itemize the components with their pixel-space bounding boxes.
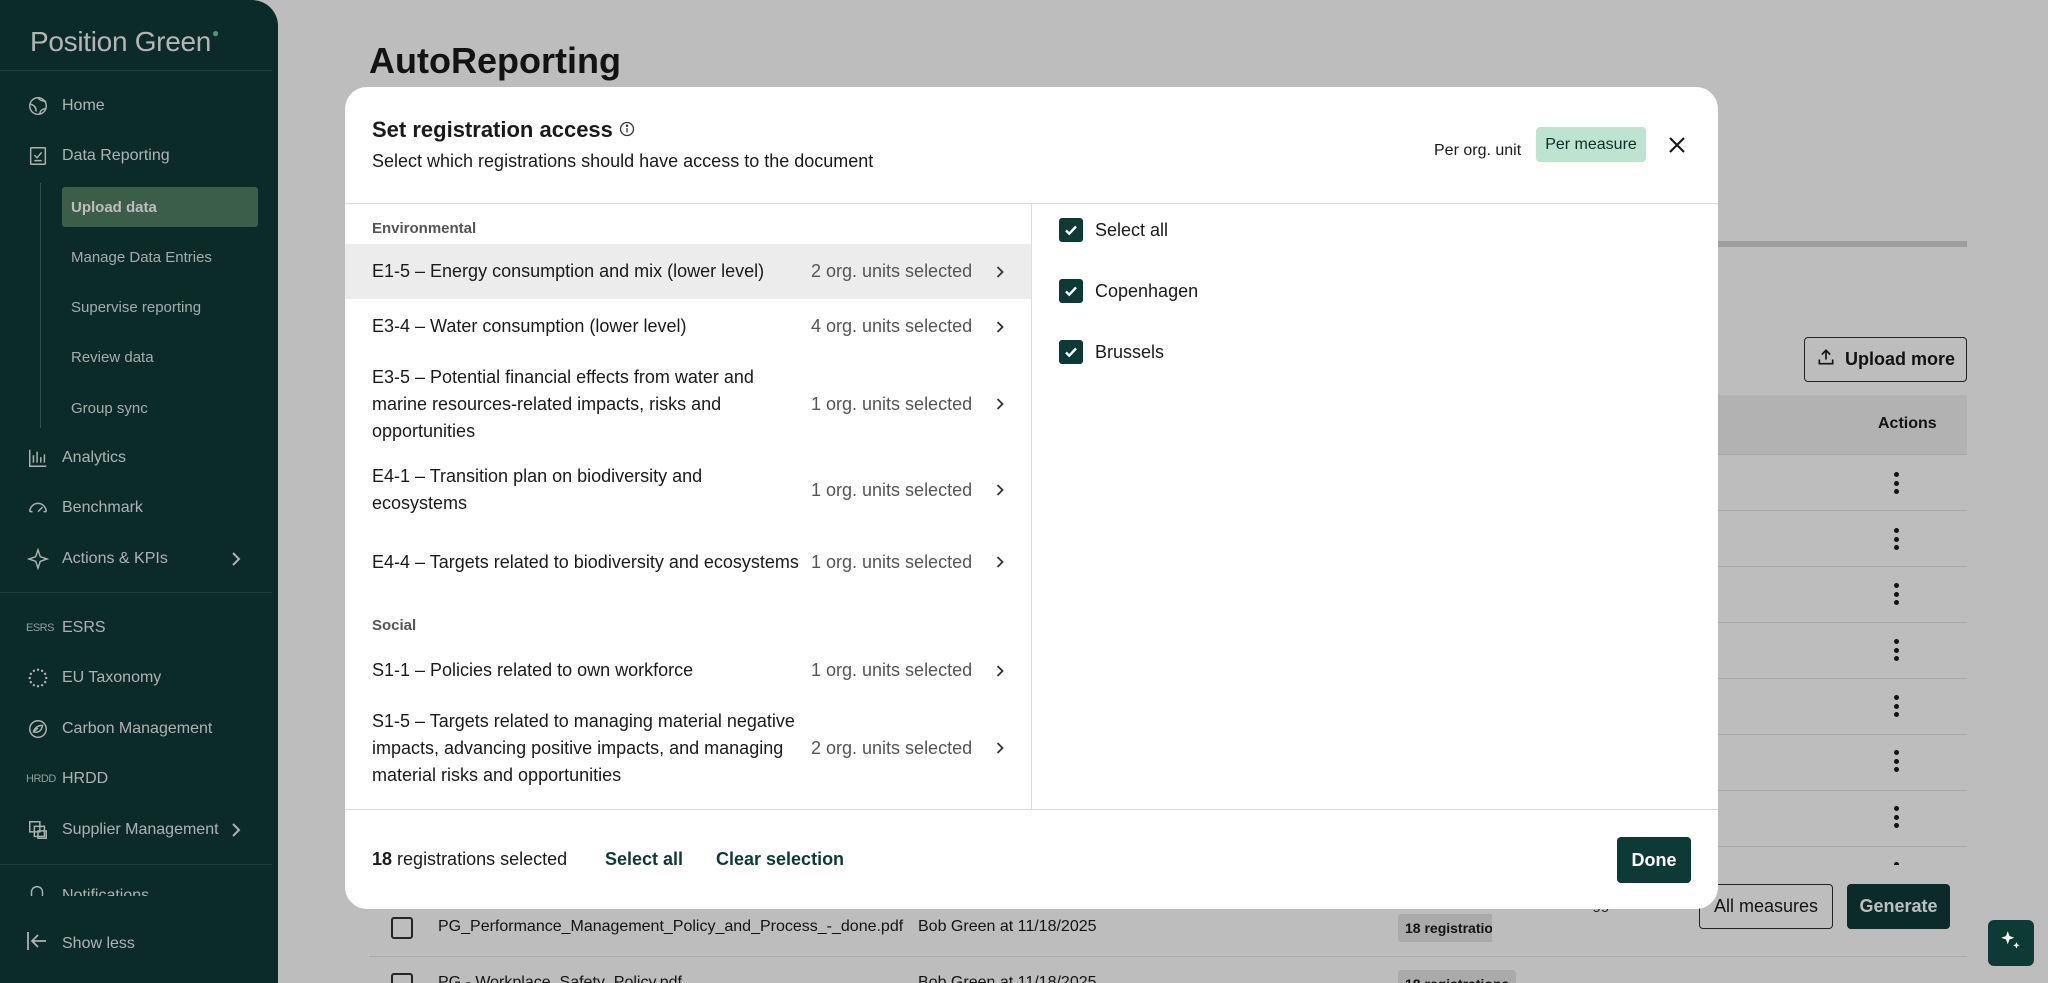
checkbox-checked-icon[interactable] xyxy=(1059,218,1083,242)
org-unit-brussels[interactable]: Brussels xyxy=(1059,340,1164,364)
measure-name: E4-1 – Transition plan on biodiversity a… xyxy=(372,466,703,513)
clear-selection-link[interactable]: Clear selection xyxy=(716,849,844,870)
measure-count: 1 org. units selected xyxy=(811,479,973,500)
org-units-panel: Select all Copenhagen Brussels xyxy=(1032,204,1718,809)
dialog-title-text: Set registration access xyxy=(372,117,613,142)
checkbox-checked-icon[interactable] xyxy=(1059,279,1083,303)
measure-name: S1-1 – Policies related to own workforce xyxy=(372,660,694,680)
selection-count-suffix: registrations selected xyxy=(397,849,568,869)
chevron-right-icon xyxy=(993,664,1007,678)
measure-row-e3-4[interactable]: E3-4 – Water consumption (lower level) 4… xyxy=(345,299,1031,354)
chevron-right-icon xyxy=(993,555,1007,569)
measure-name: S1-5 – Targets related to managing mater… xyxy=(372,710,795,785)
measure-count: 4 org. units selected xyxy=(811,316,973,336)
ai-assistant-button[interactable] xyxy=(1988,920,2034,966)
org-unit-label: Copenhagen xyxy=(1095,280,1199,301)
sparkle-icon xyxy=(1998,928,2024,959)
dialog-title: Set registration access xyxy=(372,117,635,143)
toggle-per-org-unit[interactable]: Per org. unit xyxy=(1433,134,1522,168)
chevron-right-icon xyxy=(993,265,1007,279)
measure-name: E3-5 – Potential financial effects from … xyxy=(372,366,754,441)
measure-row-e1-5[interactable]: E1-5 – Energy consumption and mix (lower… xyxy=(345,244,1031,299)
measure-row-e3-5[interactable]: E3-5 – Potential financial effects from … xyxy=(345,354,1031,454)
chevron-right-icon xyxy=(993,741,1007,755)
close-icon[interactable] xyxy=(1665,133,1689,157)
measure-count: 1 org. units selected xyxy=(811,660,973,680)
org-unit-copenhagen[interactable]: Copenhagen xyxy=(1059,279,1198,303)
dialog-subtitle: Select which registrations should have a… xyxy=(372,151,874,171)
measure-name: E1-5 – Energy consumption and mix (lower… xyxy=(372,261,765,281)
measure-count: 1 org. units selected xyxy=(811,393,973,414)
org-unit-select-all[interactable]: Select all xyxy=(1059,218,1168,242)
registration-access-dialog: Set registration access Select which reg… xyxy=(345,87,1718,909)
chevron-right-icon xyxy=(993,483,1007,497)
selection-count: 18 registrations selected xyxy=(372,849,567,870)
measure-row-e4-4[interactable]: E4-4 – Targets related to biodiversity a… xyxy=(345,526,1031,598)
selection-count-number: 18 xyxy=(372,849,393,869)
section-heading-social: Social xyxy=(372,617,417,634)
info-icon[interactable] xyxy=(619,117,635,143)
toggle-per-measure[interactable]: Per measure xyxy=(1536,127,1646,162)
measure-count: 2 org. units selected xyxy=(811,261,973,281)
measure-count: 2 org. units selected xyxy=(811,737,973,758)
dialog-divider xyxy=(345,809,1718,810)
measure-row-s1-5[interactable]: S1-5 – Targets related to managing mater… xyxy=(345,698,1031,798)
select-all-link[interactable]: Select all xyxy=(605,849,683,870)
checkbox-checked-icon[interactable] xyxy=(1059,340,1083,364)
measure-row-s1-1[interactable]: S1-1 – Policies related to own workforce… xyxy=(345,643,1031,698)
chevron-right-icon xyxy=(993,397,1007,411)
org-unit-label: Select all xyxy=(1095,219,1169,240)
measures-list: Environmental E1-5 – Energy consumption … xyxy=(345,204,1031,809)
done-button[interactable]: Done xyxy=(1617,837,1691,883)
measure-row-e4-1[interactable]: E4-1 – Transition plan on biodiversity a… xyxy=(345,454,1031,526)
chevron-right-icon xyxy=(993,320,1007,334)
measure-name: E3-4 – Water consumption (lower level) xyxy=(372,316,687,336)
section-heading-environmental: Environmental xyxy=(372,220,477,237)
measure-name: E4-4 – Targets related to biodiversity a… xyxy=(372,551,799,572)
measure-count: 1 org. units selected xyxy=(811,551,973,572)
org-unit-label: Brussels xyxy=(1095,341,1165,362)
